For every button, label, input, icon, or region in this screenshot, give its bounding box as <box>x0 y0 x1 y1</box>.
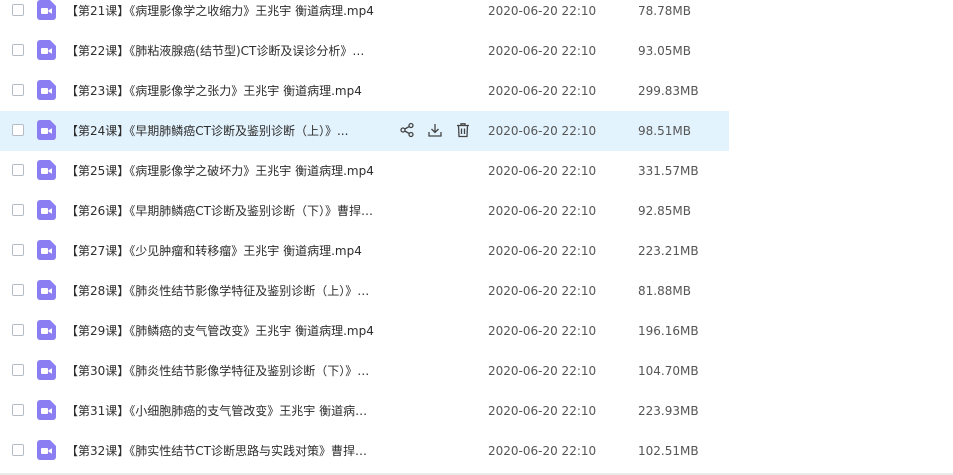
row-checkbox[interactable] <box>12 324 24 336</box>
row-checkbox[interactable] <box>12 124 24 136</box>
file-size: 102.51MB <box>638 444 699 458</box>
file-name[interactable]: 【第27课】《少见肿瘤和转移瘤》王兆宇 衡道病理.mp4 <box>66 242 376 260</box>
file-row[interactable]: 【第31课】《小细胞肺癌的支气管改变》王兆宇 衡道病理.mp4 2020-06-2… <box>0 391 953 431</box>
file-name[interactable]: 【第32课】《肺实性结节CT诊断思路与实践对策》曹捍波 舟山肺癌研究所... <box>66 442 376 460</box>
video-file-icon <box>37 160 56 180</box>
file-date: 2020-06-20 22:10 <box>488 324 597 338</box>
row-checkbox[interactable] <box>12 84 24 96</box>
download-icon[interactable] <box>427 122 443 138</box>
video-file-icon <box>37 120 56 140</box>
file-size: 196.16MB <box>638 324 699 338</box>
file-name[interactable]: 【第29课】《肺鳞癌的支气管改变》王兆宇 衡道病理.mp4 <box>66 322 376 340</box>
file-size: 299.83MB <box>638 84 699 98</box>
file-row[interactable]: 【第23课】《病理影像学之张力》王兆宇 衡道病理.mp4 2020-06-20 2… <box>0 71 953 111</box>
file-size: 81.88MB <box>638 284 691 298</box>
file-name[interactable]: 【第28课】《肺炎性结节影像学特征及鉴别诊断（上）》曹捍波 舟山肺癌... <box>66 282 376 300</box>
video-file-icon <box>37 280 56 300</box>
file-size: 93.05MB <box>638 44 691 58</box>
file-date: 2020-06-20 22:10 <box>488 404 597 418</box>
file-row[interactable]: 【第27课】《少见肿瘤和转移瘤》王兆宇 衡道病理.mp4 2020-06-20 2… <box>0 231 953 271</box>
file-row[interactable]: 【第28课】《肺炎性结节影像学特征及鉴别诊断（上）》曹捍波 舟山肺癌... 202… <box>0 271 953 311</box>
row-checkbox[interactable] <box>12 244 24 256</box>
file-row[interactable]: 【第24课】《早期肺鳞癌CT诊断及鉴别诊断（上）》... 2020-06-20 2… <box>0 111 953 151</box>
file-row[interactable]: 【第32课】《肺实性结节CT诊断思路与实践对策》曹捍波 舟山肺癌研究所... 20… <box>0 431 953 471</box>
file-name[interactable]: 【第31课】《小细胞肺癌的支气管改变》王兆宇 衡道病理.mp4 <box>66 402 376 420</box>
file-date: 2020-06-20 22:10 <box>488 124 597 138</box>
file-size: 331.57MB <box>638 164 699 178</box>
file-name[interactable]: 【第26课】《早期肺鳞癌CT诊断及鉴别诊断（下）》曹捍波.mp4 <box>66 202 376 220</box>
file-date: 2020-06-20 22:10 <box>488 84 597 98</box>
file-name[interactable]: 【第22课】《肺粘液腺癌(结节型)CT诊断及误诊分析》曹捍波.mp4 <box>66 42 376 60</box>
video-file-icon <box>37 400 56 420</box>
row-checkbox[interactable] <box>12 4 24 16</box>
file-name[interactable]: 【第24课】《早期肺鳞癌CT诊断及鉴别诊断（上）》... <box>66 122 363 140</box>
row-checkbox[interactable] <box>12 364 24 376</box>
file-size: 223.21MB <box>638 244 699 258</box>
video-file-icon <box>37 240 56 260</box>
delete-icon[interactable] <box>455 122 471 138</box>
file-date: 2020-06-20 22:10 <box>488 364 597 378</box>
row-checkbox[interactable] <box>12 284 24 296</box>
file-date: 2020-06-20 22:10 <box>488 44 597 58</box>
row-checkbox[interactable] <box>12 44 24 56</box>
file-row[interactable]: 【第26课】《早期肺鳞癌CT诊断及鉴别诊断（下）》曹捍波.mp4 2020-06-… <box>0 191 953 231</box>
video-file-icon <box>37 0 56 20</box>
file-date: 2020-06-20 22:10 <box>488 244 597 258</box>
row-checkbox[interactable] <box>12 204 24 216</box>
video-file-icon <box>37 80 56 100</box>
file-date: 2020-06-20 22:10 <box>488 204 597 218</box>
video-file-icon <box>37 320 56 340</box>
file-size: 78.78MB <box>638 4 691 18</box>
file-date: 2020-06-20 22:10 <box>488 164 597 178</box>
file-name[interactable]: 【第25课】《病理影像学之破坏力》王兆宇 衡道病理.mp4 <box>66 162 376 180</box>
share-icon[interactable] <box>399 122 415 138</box>
file-name[interactable]: 【第21课】《病理影像学之收缩力》王兆宇 衡道病理.mp4 <box>66 2 376 20</box>
file-size: 98.51MB <box>638 124 691 138</box>
file-row[interactable]: 【第25课】《病理影像学之破坏力》王兆宇 衡道病理.mp4 2020-06-20 … <box>0 151 953 191</box>
video-file-icon <box>37 40 56 60</box>
row-checkbox[interactable] <box>12 404 24 416</box>
row-checkbox[interactable] <box>12 444 24 456</box>
file-name[interactable]: 【第30课】《肺炎性结节影像学特征及鉴别诊断（下）》曹捍波 舟山肺癌... <box>66 362 376 380</box>
file-size: 223.93MB <box>638 404 699 418</box>
file-date: 2020-06-20 22:10 <box>488 4 597 18</box>
video-file-icon <box>37 360 56 380</box>
file-date: 2020-06-20 22:10 <box>488 444 597 458</box>
file-list: 【第21课】《病理影像学之收缩力》王兆宇 衡道病理.mp4 2020-06-20 … <box>0 0 953 471</box>
video-file-icon <box>37 440 56 460</box>
row-checkbox[interactable] <box>12 164 24 176</box>
file-row[interactable]: 【第22课】《肺粘液腺癌(结节型)CT诊断及误诊分析》曹捍波.mp4 2020-0… <box>0 31 953 71</box>
file-row[interactable]: 【第21课】《病理影像学之收缩力》王兆宇 衡道病理.mp4 2020-06-20 … <box>0 0 953 31</box>
file-size: 92.85MB <box>638 204 691 218</box>
file-row[interactable]: 【第29课】《肺鳞癌的支气管改变》王兆宇 衡道病理.mp4 2020-06-20 … <box>0 311 953 351</box>
file-size: 104.70MB <box>638 364 699 378</box>
file-row[interactable]: 【第30课】《肺炎性结节影像学特征及鉴别诊断（下）》曹捍波 舟山肺癌... 202… <box>0 351 953 391</box>
row-actions <box>399 122 471 140</box>
file-date: 2020-06-20 22:10 <box>488 284 597 298</box>
video-file-icon <box>37 200 56 220</box>
file-name[interactable]: 【第23课】《病理影像学之张力》王兆宇 衡道病理.mp4 <box>66 82 376 100</box>
